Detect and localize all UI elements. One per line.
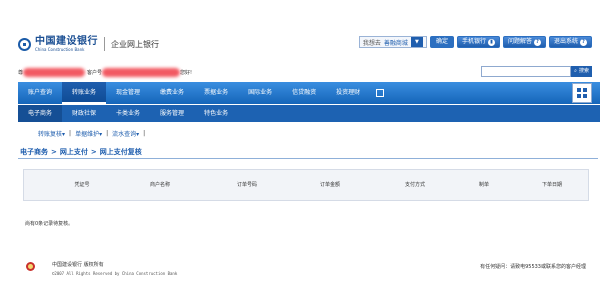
sub-special[interactable]: 特色业务 xyxy=(194,105,238,122)
third-doc-maintenance[interactable]: 单据维护▾ xyxy=(75,129,102,138)
col-order-amount: 订单金额 xyxy=(319,182,341,188)
sub-service-mgmt[interactable]: 服务管理 xyxy=(150,105,194,122)
breadcrumb-current: 网上支付复核 xyxy=(99,148,142,156)
search-icon: ⌕ xyxy=(574,68,577,74)
confirm-button[interactable]: 确定 xyxy=(429,36,454,48)
site-search-input[interactable] xyxy=(481,66,572,77)
ccb-emblem-icon xyxy=(26,262,35,271)
ccb-logo-icon xyxy=(18,37,31,51)
logo-divider xyxy=(104,37,105,51)
col-order-date: 下单日期 xyxy=(541,182,563,188)
nav-cash-management[interactable]: 现金管理 xyxy=(106,82,150,104)
footer-org: 中国建设银行 版权所有 xyxy=(52,262,104,268)
bank-logo[interactable]: 中国建设银行 China Construction Bank 企业网上银行 xyxy=(18,34,188,54)
nav-account-query[interactable]: 账户查询 xyxy=(18,82,62,104)
review-table-header: 凭证号 商户名称 订单号码 订单金额 支付方式 制单 下单日期 xyxy=(23,169,589,201)
nav-bills[interactable]: 票据业务 xyxy=(194,82,238,104)
greeting-text: 您好! xyxy=(180,69,193,76)
nav-investment[interactable]: 投资理财 xyxy=(326,82,370,104)
faq-button[interactable]: 问题解答 ? xyxy=(502,36,546,48)
footer-contact: 有任何疑问：请致电95533或联系您的客户经理 xyxy=(480,264,586,270)
mobile-banking-label: 手机银行 xyxy=(461,38,486,45)
footer-copyright: 中国建设银行 版权所有 ©2007 All Rights Reserved by… xyxy=(52,261,177,276)
mobile-banking-button[interactable]: 手机银行 ▮ xyxy=(456,36,500,48)
site-search-label: 搜索 xyxy=(578,68,589,74)
third-flow-query[interactable]: 流水查询▾ xyxy=(112,129,139,138)
expand-icon[interactable] xyxy=(376,89,385,97)
sub-card[interactable]: 卡类业务 xyxy=(106,105,150,122)
nav-payment[interactable]: 缴费业务 xyxy=(150,82,194,104)
footer-copyright-text: ©2007 All Rights Reserved by China Const… xyxy=(52,271,178,276)
customer-label: 客户号 xyxy=(87,69,103,76)
redacted-customer-id xyxy=(102,67,181,77)
nav-international[interactable]: 国际业务 xyxy=(238,82,282,104)
redacted-name xyxy=(23,67,86,77)
col-voucher-no: 凭证号 xyxy=(74,182,90,188)
divider xyxy=(18,158,598,159)
chevron-down-icon[interactable]: ▼ xyxy=(410,37,423,47)
phone-icon: ▮ xyxy=(487,38,495,46)
sub-finance-social[interactable]: 财政社保 xyxy=(62,105,106,122)
sub-nav: 电子商务 财政社保 卡类业务 服务管理 特色业务 xyxy=(18,105,600,122)
nav-credit[interactable]: 信贷融资 xyxy=(282,82,326,104)
col-order-no: 订单号码 xyxy=(236,182,258,188)
breadcrumb: 电子商务 > 网上支付 > 网上支付复核 xyxy=(20,147,142,157)
site-search: ⌕ 搜索 xyxy=(481,66,592,77)
nav-transfer[interactable]: 转账业务 xyxy=(62,82,107,104)
goto-select[interactable]: 我想去 善融商城 ▼ xyxy=(358,36,427,48)
help-icon: ? xyxy=(580,38,587,46)
sub-ecommerce[interactable]: 电子商务 xyxy=(18,105,63,122)
faq-label: 问题解答 xyxy=(507,38,532,45)
header: 中国建设银行 China Construction Bank 企业网上银行 我想… xyxy=(0,0,600,62)
logout-button[interactable]: 退出系统 ? xyxy=(548,36,592,48)
top-tools: 我想去 善融商城 ▼ 确定 手机银行 ▮ 问题解答 ? 退出系统 ? xyxy=(358,36,592,48)
breadcrumb-item[interactable]: 电子商务 xyxy=(20,147,48,157)
third-nav: 转账复核▾ | 单据维护▾ | 流水查询▾ | xyxy=(38,129,146,138)
col-creator: 制单 xyxy=(478,182,490,188)
logo-en: China Construction Bank xyxy=(35,46,85,52)
breadcrumb-item[interactable]: 网上支付 xyxy=(60,147,88,157)
question-icon: ? xyxy=(533,38,541,46)
col-merchant: 商户名称 xyxy=(149,182,171,188)
site-search-button[interactable]: ⌕ 搜索 xyxy=(571,66,592,77)
app-grid-icon[interactable] xyxy=(572,83,592,103)
logo-cn: 中国建设银行 xyxy=(35,35,98,47)
main-nav: 账户查询 转账业务 现金管理 缴费业务 票据业务 国际业务 信贷融资 投资理财 xyxy=(18,82,600,104)
page-subtitle: 企业网上银行 xyxy=(111,39,159,49)
col-payment-method: 支付方式 xyxy=(404,182,426,188)
goto-label: 我想去 xyxy=(362,39,381,47)
chevron-right-icon: > xyxy=(51,148,57,156)
third-transfer-review[interactable]: 转账复核▾ xyxy=(38,129,65,138)
logout-label: 退出系统 xyxy=(553,38,578,45)
empty-message: 尚有0条记录待复核。 xyxy=(25,221,74,227)
chevron-right-icon: > xyxy=(90,148,97,156)
goto-value: 善融商城 xyxy=(383,39,408,47)
